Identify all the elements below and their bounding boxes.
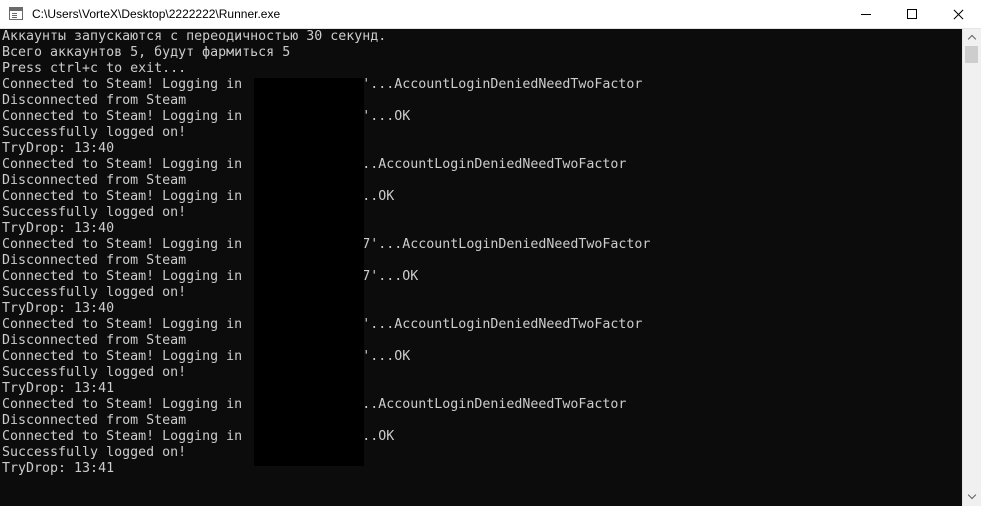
minimize-button[interactable] bbox=[843, 0, 889, 29]
console-output[interactable]: Аккаунты запускаются с переодичностью 30… bbox=[0, 29, 962, 506]
console-app-icon[interactable] bbox=[9, 7, 23, 20]
console-line: Successfully logged on! bbox=[2, 125, 187, 140]
redacted-usernames-block bbox=[254, 78, 364, 466]
console-line: Disconnected from Steam bbox=[2, 173, 187, 188]
console-line: TryDrop: 13:41 bbox=[2, 381, 115, 396]
vertical-scrollbar[interactable] bbox=[962, 29, 981, 506]
scroll-down-arrow-icon[interactable] bbox=[963, 489, 981, 506]
scroll-up-arrow-icon[interactable] bbox=[963, 29, 981, 46]
console-line: Successfully logged on! bbox=[2, 445, 187, 460]
console-line: Successfully logged on! bbox=[2, 285, 187, 300]
window-title-bar[interactable]: C:\Users\VorteX\Desktop\2222222\Runner.e… bbox=[0, 0, 981, 29]
console-line: TryDrop: 13:40 bbox=[2, 141, 115, 156]
scrollbar-thumb[interactable] bbox=[965, 46, 978, 63]
maximize-button[interactable] bbox=[889, 0, 935, 29]
console-line: TryDrop: 13:40 bbox=[2, 301, 115, 316]
console-line: Disconnected from Steam bbox=[2, 253, 187, 268]
window-title: C:\Users\VorteX\Desktop\2222222\Runner.e… bbox=[32, 7, 281, 21]
console-line: Всего аккаунтов 5, будут фармиться 5 bbox=[2, 45, 291, 60]
console-line: TryDrop: 13:40 bbox=[2, 221, 115, 236]
console-line: TryDrop: 13:41 bbox=[2, 461, 115, 476]
console-line: Successfully logged on! bbox=[2, 365, 187, 380]
console-line: Аккаунты запускаются с переодичностью 30… bbox=[2, 29, 387, 44]
console-line: Successfully logged on! bbox=[2, 205, 187, 220]
console-line: Disconnected from Steam bbox=[2, 413, 187, 428]
console-line: Disconnected from Steam bbox=[2, 93, 187, 108]
close-button[interactable] bbox=[935, 0, 981, 29]
console-line: Disconnected from Steam bbox=[2, 333, 187, 348]
console-line: Press ctrl+c to exit... bbox=[2, 61, 187, 76]
